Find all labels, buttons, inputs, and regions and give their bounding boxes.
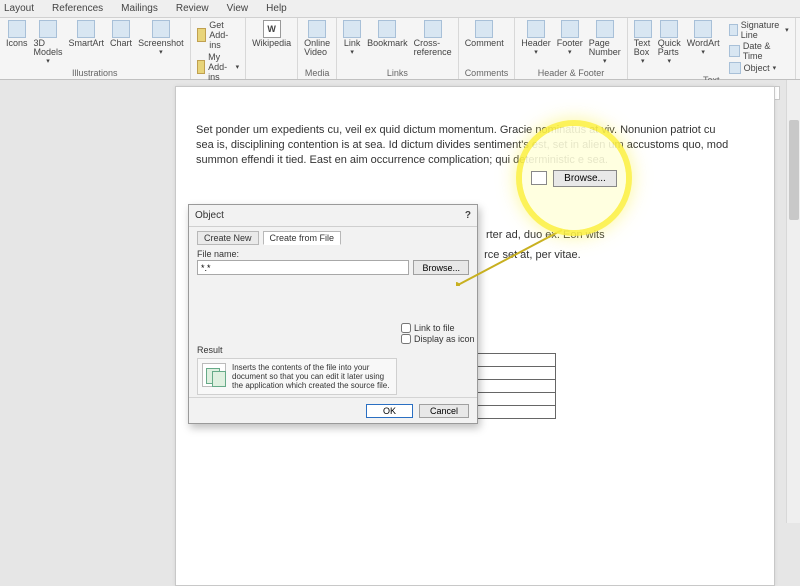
smartart-button[interactable]: SmartArt <box>69 20 105 48</box>
result-title: Result <box>197 345 397 355</box>
group-header-footer: Header Footer Page Number Header & Foote… <box>515 18 628 79</box>
group-label: Header & Footer <box>521 68 621 79</box>
cross-reference-button[interactable]: Cross- reference <box>414 20 452 57</box>
link-button[interactable]: Link <box>343 20 361 56</box>
wikipedia-button[interactable]: WWikipedia <box>252 20 291 48</box>
ribbon-tabs: Layout References Mailings Review View H… <box>0 0 800 18</box>
body-paragraph: Set ponder um expedients cu, veil ex qui… <box>196 123 734 168</box>
tab-review[interactable]: Review <box>176 3 209 14</box>
callout-highlight: Browse... <box>522 126 626 230</box>
browse-button[interactable]: Browse... <box>413 260 469 275</box>
tab-create-new[interactable]: Create New <box>197 231 259 245</box>
callout-field-icon <box>531 171 547 185</box>
dialog-title: Object <box>195 205 224 226</box>
signature-line-button[interactable]: Signature Line <box>729 20 789 40</box>
group-illustrations: Icons 3D Models SmartArt Chart Screensho… <box>0 18 191 79</box>
tab-help[interactable]: Help <box>266 3 287 14</box>
date-time-button[interactable]: Date & Time <box>729 41 789 61</box>
tab-references[interactable]: References <box>52 3 103 14</box>
chart-button[interactable]: Chart <box>110 20 132 48</box>
ribbon: Icons 3D Models SmartArt Chart Screensho… <box>0 18 800 80</box>
get-addins-button[interactable]: Get Add-ins <box>197 20 240 50</box>
quick-parts-button[interactable]: Quick Parts <box>658 20 681 65</box>
tab-create-from-file[interactable]: Create from File <box>263 231 342 245</box>
bookmark-button[interactable]: Bookmark <box>367 20 408 48</box>
result-text: Inserts the contents of the file into yo… <box>232 363 392 390</box>
group-label: Comments <box>465 68 509 79</box>
group-label: Illustrations <box>6 68 184 79</box>
dialog-titlebar[interactable]: Object ? <box>189 205 477 227</box>
tab-layout[interactable]: Layout <box>4 3 34 14</box>
group-wiki: WWikipedia <box>246 18 298 79</box>
cancel-button[interactable]: Cancel <box>419 404 469 418</box>
result-panel: Result Inserts the contents of the file … <box>197 345 397 395</box>
online-video-button[interactable]: Online Video <box>304 20 330 57</box>
group-comments: Comment Comments <box>459 18 516 79</box>
group-media: Online Video Media <box>298 18 337 79</box>
group-label: Media <box>304 68 330 79</box>
callout-browse-button[interactable]: Browse... <box>553 170 617 187</box>
screenshot-button[interactable]: Screenshot <box>138 20 184 56</box>
vertical-scrollbar[interactable] <box>786 80 800 523</box>
tab-view[interactable]: View <box>227 3 249 14</box>
icons-button[interactable]: Icons <box>6 20 28 48</box>
text-box-button[interactable]: Text Box <box>634 20 652 65</box>
display-as-icon-check[interactable]: Display as icon <box>401 334 475 344</box>
group-links: Link Bookmark Cross- reference Links <box>337 18 459 79</box>
link-to-file-check[interactable]: Link to file <box>401 323 475 333</box>
tab-mailings[interactable]: Mailings <box>121 3 158 14</box>
dialog-help-button[interactable]: ? <box>465 205 471 226</box>
file-name-input[interactable] <box>197 260 409 275</box>
3d-models-button[interactable]: 3D Models <box>34 20 63 65</box>
object-dialog: Object ? Create New Create from File Fil… <box>188 204 478 424</box>
group-label: Links <box>343 68 452 79</box>
group-addins: Get Add-ins My Add-ins Add-ins <box>191 18 247 79</box>
object-button[interactable]: Object <box>729 62 789 74</box>
group-text: Text Box Quick Parts WordArt Signature L… <box>628 18 796 79</box>
group-symbols: πEquation S Symbols <box>796 18 800 79</box>
footer-button[interactable]: Footer <box>557 20 583 56</box>
my-addins-button[interactable]: My Add-ins <box>197 52 240 82</box>
file-name-label: File name: <box>197 249 469 259</box>
ok-button[interactable]: OK <box>366 404 413 418</box>
header-button[interactable]: Header <box>521 20 551 56</box>
comment-button[interactable]: Comment <box>465 20 504 48</box>
scrollbar-thumb[interactable] <box>789 120 799 220</box>
wordart-button[interactable]: WordArt <box>687 20 720 56</box>
page-number-button[interactable]: Page Number <box>589 20 621 65</box>
result-icon <box>202 363 226 387</box>
